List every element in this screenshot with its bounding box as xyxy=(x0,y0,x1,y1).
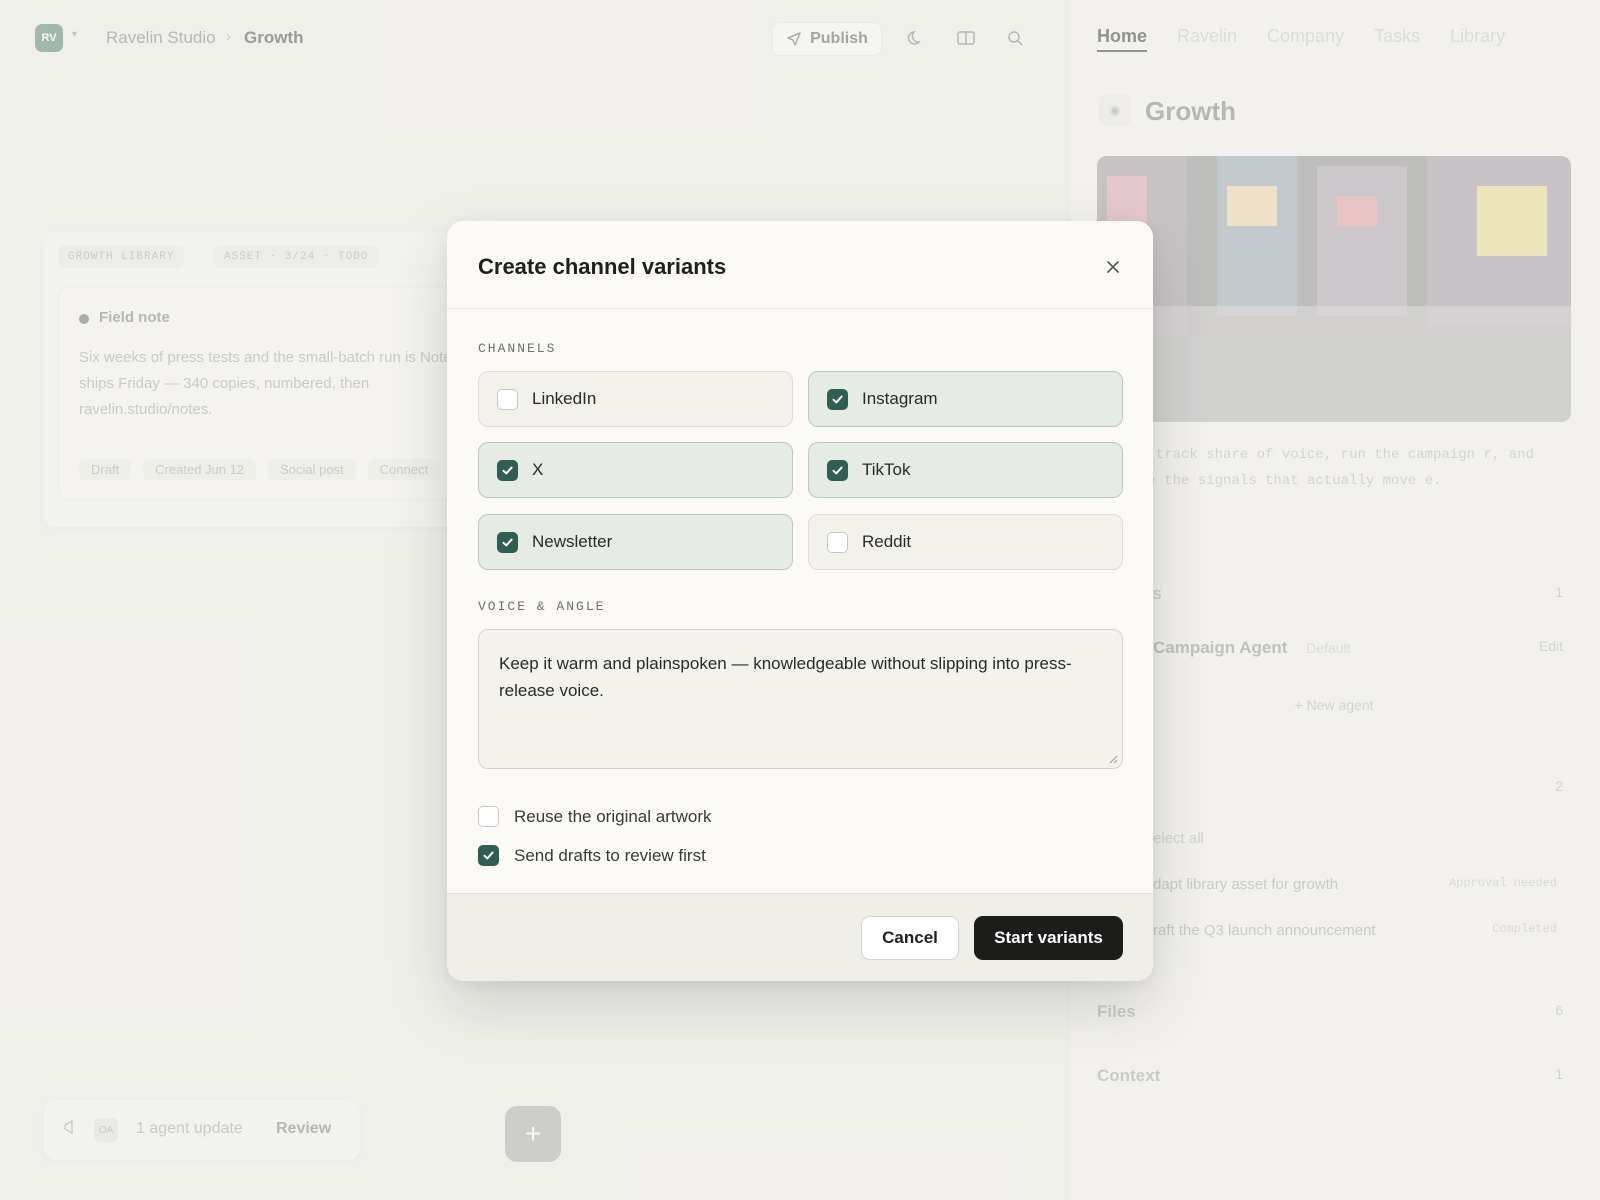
voice-angle-text: Keep it warm and plainspoken — knowledge… xyxy=(499,654,1072,700)
channel-option-tiktok[interactable]: TikTok xyxy=(808,442,1123,498)
channels-label: CHANNELS xyxy=(478,341,557,356)
channel-option-instagram[interactable]: Instagram xyxy=(808,371,1123,427)
checkbox[interactable] xyxy=(497,389,518,410)
dialog-header: Create channel variants xyxy=(447,221,1153,309)
resize-handle-icon[interactable] xyxy=(1108,754,1118,764)
channel-label: Reddit xyxy=(862,532,912,551)
dialog-footer: Cancel Start variants xyxy=(447,893,1153,981)
review-first-option[interactable]: Send drafts to review first xyxy=(478,844,878,868)
channel-option-x[interactable]: X xyxy=(478,442,793,498)
option-label: Reuse the original artwork xyxy=(514,807,712,826)
channel-label: Newsletter xyxy=(532,532,613,551)
dialog-title: Create channel variants xyxy=(478,254,727,279)
channel-option-newsletter[interactable]: Newsletter xyxy=(478,514,793,570)
create-variants-dialog: Create channel variants CHANNELS LinkedI… xyxy=(447,221,1153,981)
channel-label: X xyxy=(532,460,544,479)
reuse-artwork-option[interactable]: Reuse the original artwork xyxy=(478,805,878,829)
checkbox[interactable] xyxy=(827,460,848,481)
cancel-button[interactable]: Cancel xyxy=(861,916,959,960)
start-variants-button[interactable]: Start variants xyxy=(974,916,1123,960)
channel-option-linkedin[interactable]: LinkedIn xyxy=(478,371,793,427)
channel-label: TikTok xyxy=(862,460,911,479)
checkbox[interactable] xyxy=(497,460,518,481)
channel-label: LinkedIn xyxy=(532,389,597,408)
checkbox[interactable] xyxy=(478,845,499,866)
channel-option-reddit[interactable]: Reddit xyxy=(808,514,1123,570)
checkbox[interactable] xyxy=(827,389,848,410)
voice-angle-label: VOICE & ANGLE xyxy=(478,599,606,614)
checkbox[interactable] xyxy=(478,806,499,827)
option-label: Send drafts to review first xyxy=(514,846,706,865)
channel-label: Instagram xyxy=(862,389,938,408)
close-icon[interactable] xyxy=(1103,257,1123,277)
checkbox[interactable] xyxy=(497,532,518,553)
voice-angle-textarea[interactable]: Keep it warm and plainspoken — knowledge… xyxy=(478,629,1123,769)
checkbox[interactable] xyxy=(827,532,848,553)
